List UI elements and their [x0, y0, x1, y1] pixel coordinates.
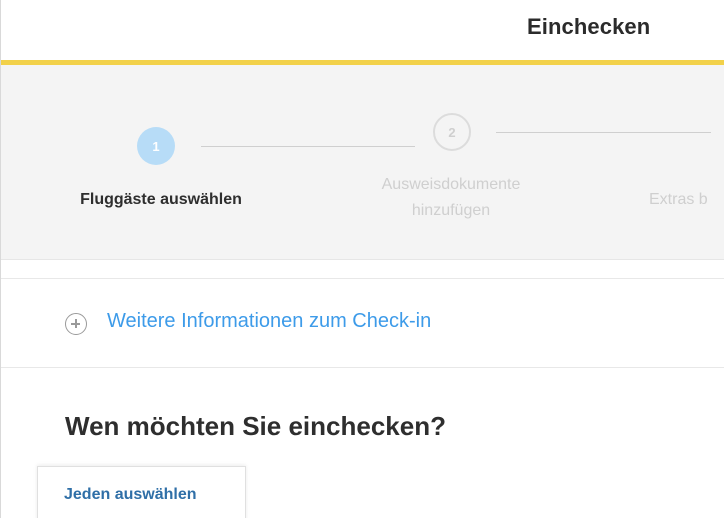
section-heading: Wen möchten Sie einchecken?: [65, 411, 446, 441]
checkin-page: Einchecken 1 2 Fluggäste auswählen Auswe…: [0, 0, 724, 518]
step-connector-2: [496, 132, 711, 133]
step-connector-1: [201, 146, 415, 147]
step-1-circle: 1: [137, 127, 175, 165]
step-3-label: Extras b: [649, 191, 708, 208]
plus-circle-icon: [65, 313, 87, 335]
more-info-link[interactable]: Weitere Informationen zum Check-in: [107, 310, 431, 333]
step-1-number: 1: [152, 138, 160, 154]
header: Einchecken: [1, 0, 724, 60]
page-title: Einchecken: [527, 14, 651, 39]
step-1-label: Fluggäste auswählen: [80, 191, 242, 208]
more-info-row[interactable]: Weitere Informationen zum Check-in: [1, 278, 724, 368]
step-2-number: 2: [448, 124, 456, 140]
select-all-label: Jeden auswählen: [64, 486, 197, 503]
progress-stepper: 1 2 Fluggäste auswählen Ausweisdokumente…: [1, 65, 724, 260]
step-2-circle: 2: [433, 113, 471, 151]
step-2-label: Ausweisdokumente hinzufügen: [331, 172, 571, 224]
select-all-button[interactable]: Jeden auswählen: [37, 466, 246, 518]
step-2-label-line2: hinzufügen: [411, 202, 491, 219]
step-2-label-line1: Ausweisdokumente: [381, 176, 521, 193]
